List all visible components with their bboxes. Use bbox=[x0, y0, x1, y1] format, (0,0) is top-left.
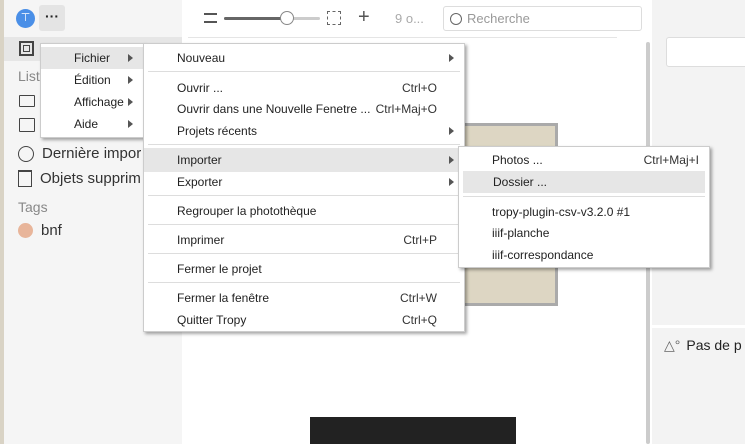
slider-handle[interactable] bbox=[280, 11, 294, 25]
menu-item-projets-recents[interactable]: Projets récents bbox=[144, 120, 464, 142]
photo-thumbnail[interactable] bbox=[310, 417, 516, 444]
zoom-slider[interactable] bbox=[224, 11, 320, 25]
menu-item-nouveau[interactable]: Nouveau bbox=[144, 47, 464, 69]
menu-item-regrouper[interactable]: Regrouper la photothèque bbox=[144, 200, 464, 222]
import-submenu: Photos ... Ctrl+Maj+I Dossier ... tropy-p… bbox=[458, 146, 710, 268]
menu-item-edition[interactable]: Édition bbox=[41, 69, 143, 91]
menu-item-dossier[interactable]: Dossier ... bbox=[463, 171, 705, 193]
filter-button[interactable]: ⊤ bbox=[16, 9, 35, 28]
no-photo-message: △° Pas de p bbox=[664, 337, 742, 354]
grid-view-icon[interactable] bbox=[327, 11, 341, 25]
more-icon: ··· bbox=[45, 8, 59, 24]
toolbar-divider bbox=[188, 37, 617, 38]
menu-item-ouvrir[interactable]: Ouvrir ... Ctrl+O bbox=[144, 77, 464, 99]
item-count: 9 o... bbox=[395, 11, 424, 26]
tag-color-dot bbox=[18, 223, 33, 238]
search-icon bbox=[450, 12, 462, 25]
filter-icon: ⊤ bbox=[20, 12, 31, 24]
maze-icon bbox=[19, 41, 34, 56]
menu-item-importer[interactable]: Importer bbox=[144, 148, 464, 172]
tag-label: bnf bbox=[41, 222, 62, 239]
menu-item-ouvrir-nouvelle-fenetre[interactable]: Ouvrir dans une Nouvelle Fenetre ... Ctrl… bbox=[144, 98, 464, 120]
menu-item-fermer-projet[interactable]: Fermer le projet bbox=[144, 258, 464, 280]
menu-item-plugin-csv[interactable]: tropy-plugin-csv-v3.2.0 #1 bbox=[459, 201, 709, 223]
menu-item-exporter[interactable]: Exporter bbox=[144, 171, 464, 193]
search-placeholder: Recherche bbox=[467, 11, 530, 26]
photo-icon: △° bbox=[664, 337, 681, 353]
menu-item-affichage[interactable]: Affichage bbox=[41, 91, 143, 113]
menu-item-aide[interactable]: Aide bbox=[41, 113, 143, 135]
add-icon[interactable]: + bbox=[358, 6, 370, 29]
menu-item-fermer-fenetre[interactable]: Fermer la fenêtre Ctrl+W bbox=[144, 287, 464, 309]
menu-item-iiif-correspondance[interactable]: iiif-correspondance bbox=[459, 244, 709, 266]
tag-item[interactable]: bnf bbox=[18, 222, 62, 239]
sidebar-item-deleted[interactable]: Objets supprim bbox=[18, 170, 141, 187]
menu-item-fichier[interactable]: Fichier bbox=[41, 47, 143, 69]
trash-icon bbox=[18, 170, 32, 187]
metadata-box bbox=[666, 37, 745, 67]
file-menu: Nouveau Ouvrir ... Ctrl+O Ouvrir dans une… bbox=[143, 43, 465, 332]
sidebar-item-last-import[interactable]: Dernière impor bbox=[18, 145, 141, 162]
sidebar-item-label: Dernière impor bbox=[42, 145, 142, 162]
tags-heading: Tags bbox=[18, 199, 48, 215]
folder-icon bbox=[19, 95, 35, 107]
panel-divider bbox=[652, 325, 745, 328]
sidebar-item-label: Objets supprim bbox=[40, 170, 141, 187]
list-view-icon[interactable] bbox=[204, 13, 217, 23]
menu-item-photos[interactable]: Photos ... Ctrl+Maj+I bbox=[459, 149, 709, 171]
no-photo-text: Pas de p bbox=[686, 337, 742, 353]
menu-item-iiif-planche[interactable]: iiif-planche bbox=[459, 222, 709, 244]
app-menu: Fichier Édition Affichage Aide bbox=[40, 43, 144, 138]
more-menu-button[interactable]: ··· bbox=[39, 5, 65, 31]
stack-icon bbox=[19, 118, 35, 132]
lists-heading: List bbox=[18, 68, 40, 84]
search-input[interactable]: Recherche bbox=[443, 6, 642, 31]
clock-icon bbox=[18, 145, 34, 162]
window-edge bbox=[0, 0, 4, 444]
menu-item-imprimer[interactable]: Imprimer Ctrl+P bbox=[144, 229, 464, 251]
menu-item-quitter[interactable]: Quitter Tropy Ctrl+Q bbox=[144, 309, 464, 331]
